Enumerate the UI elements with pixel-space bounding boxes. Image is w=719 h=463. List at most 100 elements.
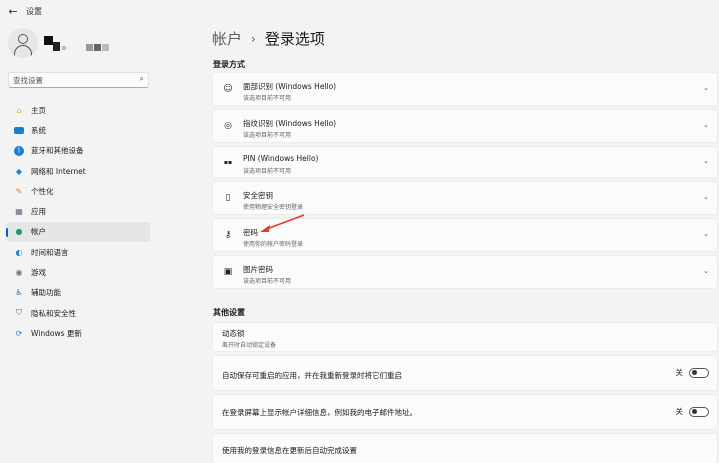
sidebar-item-windows-update[interactable]: ⟳ Windows 更新 — [6, 323, 150, 343]
sign-in-face[interactable]: ☺ 面部识别 (Windows Hello) 该选项目前不可用 ⌄ — [212, 72, 718, 106]
face-icon: ☺ — [223, 84, 233, 94]
sidebar-item-label: 应用 — [31, 207, 46, 217]
account-icon: ● — [15, 227, 23, 237]
sidebar-item-label: 主页 — [31, 105, 46, 115]
usb-key-icon: ▯ — [225, 193, 231, 203]
sidebar-item-gaming[interactable]: ◉ 游戏 — [6, 262, 150, 282]
sign-in-fingerprint[interactable]: ◎ 指纹识别 (Windows Hello) 该选项目前不可用 ⌄ — [212, 109, 718, 143]
auto-restart-apps-setting: 自动保存可重启的应用，并在我重新登录时将它们重启 关 — [212, 355, 718, 391]
card-title: 指纹识别 (Windows Hello) — [243, 119, 337, 128]
auto-restart-apps-toggle[interactable] — [689, 367, 709, 378]
sidebar-item-apps[interactable]: ▦ 应用 — [6, 201, 150, 221]
card-subtitle: 离开时自动锁定设备 — [222, 342, 277, 349]
card-title: 动态锁 — [222, 329, 245, 338]
title-bar: ← 设置 — [0, 0, 719, 24]
show-account-details-toggle[interactable] — [689, 406, 709, 417]
chevron-down-icon[interactable]: ⌄ — [703, 157, 709, 165]
fingerprint-icon: ◎ — [224, 121, 232, 131]
user-profile — [8, 28, 188, 60]
toggle-group: 关 — [675, 406, 709, 417]
search-input[interactable] — [13, 74, 131, 86]
chevron-down-icon[interactable]: ⌄ — [703, 121, 709, 129]
sidebar-item-label: Windows 更新 — [31, 328, 82, 338]
wifi-icon: ◆ — [15, 166, 23, 176]
card-title: 自动保存可重启的应用，并在我重新登录时将它们重启 — [222, 371, 402, 380]
sidebar-item-label: 时间和语言 — [31, 247, 69, 257]
sidebar-item-bluetooth[interactable]: ᛒ 蓝牙和其他设备 — [6, 141, 150, 161]
sign-in-picture-password[interactable]: ▣ 图片密码 该选项目前不可用 ⌄ — [212, 255, 718, 289]
sidebar-item-label: 蓝牙和其他设备 — [31, 146, 84, 156]
breadcrumb-parent[interactable]: 帐户 — [212, 28, 242, 49]
sign-in-pin[interactable]: ▪▪ PIN (Windows Hello) 该选项目前不可用 ⌄ — [212, 146, 718, 178]
toggle-state-label: 关 — [675, 407, 684, 416]
apps-icon: ▦ — [15, 207, 23, 217]
sidebar-item-privacy[interactable]: ⛉ 隐私和安全性 — [6, 303, 150, 323]
card-subtitle: 使用物理安全密钥登录 — [243, 204, 304, 211]
redacted-name-block — [44, 36, 53, 45]
redacted-name-block — [62, 46, 66, 50]
update-icon: ⟳ — [15, 328, 23, 338]
sidebar-item-label: 帐户 — [31, 227, 46, 237]
monitor-icon — [14, 126, 24, 134]
card-subtitle: 该选项目前不可用 — [243, 278, 292, 285]
card-title: 安全密钥 — [243, 191, 273, 200]
show-account-details-setting: 在登录屏幕上显示帐户详细信息，例如我的电子邮件地址。 关 — [212, 394, 718, 430]
app-title: 设置 — [26, 7, 42, 16]
bluetooth-icon: ᛒ — [14, 145, 24, 156]
toggle-state-label: 关 — [675, 368, 684, 377]
sidebar-item-label: 游戏 — [31, 268, 46, 278]
redacted-name-block — [102, 44, 109, 51]
sidebar-item-label: 隐私和安全性 — [31, 308, 76, 318]
sidebar-item-network[interactable]: ◆ 网络和 Internet — [6, 161, 150, 181]
chevron-down-icon[interactable]: ⌄ — [703, 267, 709, 275]
redacted-name-block — [94, 44, 101, 51]
card-subtitle: 该选项目前不可用 — [243, 168, 292, 175]
search-icon[interactable]: ⌕ — [140, 74, 144, 84]
pin-icon: ▪▪ — [223, 158, 233, 166]
chevron-down-icon[interactable]: ⌄ — [703, 230, 709, 238]
sidebar-item-label: 辅助功能 — [31, 288, 61, 298]
card-title: PIN (Windows Hello) — [243, 154, 319, 163]
auto-finish-setup-setting[interactable]: 使用我的登录信息在更新后自动完成设置 — [212, 433, 718, 463]
key-icon: ⚷ — [224, 230, 232, 240]
page-title: 登录选项 — [264, 30, 325, 48]
card-title: 密码 — [243, 228, 258, 237]
card-title: 使用我的登录信息在更新后自动完成设置 — [222, 446, 357, 455]
sidebar-item-label: 系统 — [31, 125, 46, 135]
redacted-name-block — [53, 42, 60, 51]
sidebar-item-system[interactable]: 系统 — [6, 120, 150, 140]
accessibility-icon: ♿ — [15, 288, 23, 298]
section-label-other: 其他设置 — [213, 308, 245, 317]
breadcrumb-separator: › — [251, 31, 256, 46]
back-arrow-icon[interactable]: ← — [6, 5, 20, 19]
card-title: 图片密码 — [243, 265, 273, 274]
redacted-name-block — [86, 44, 93, 51]
gamepad-icon: ◉ — [15, 268, 23, 278]
card-subtitle: 该选项目前不可用 — [243, 95, 292, 102]
sign-in-security-key[interactable]: ▯ 安全密钥 使用物理安全密钥登录 ⌄ — [212, 181, 718, 215]
card-subtitle: 使用你的帐户密码登录 — [243, 241, 304, 248]
chevron-down-icon[interactable]: ⌄ — [703, 193, 709, 201]
card-title: 面部识别 (Windows Hello) — [243, 82, 337, 91]
brush-icon: ✎ — [15, 186, 23, 196]
sidebar-nav: ⌂ 主页 系统 ᛒ 蓝牙和其他设备 ◆ 网络和 Internet ✎ 个性化 ▦ 应用 ●… — [6, 100, 150, 344]
shield-icon: ⛉ — [16, 308, 22, 318]
picture-icon: ▣ — [223, 267, 233, 277]
avatar[interactable] — [8, 28, 38, 58]
card-title: 在登录屏幕上显示帐户详细信息，例如我的电子邮件地址。 — [222, 408, 417, 417]
sidebar-item-accessibility[interactable]: ♿ 辅助功能 — [6, 283, 150, 303]
section-label-sign-in: 登录方式 — [213, 60, 245, 69]
sidebar-item-accounts[interactable]: ● 帐户 — [6, 221, 150, 243]
chevron-down-icon[interactable]: ⌄ — [703, 84, 709, 92]
breadcrumb: 帐户 › 登录选项 — [212, 28, 325, 49]
sidebar-item-label: 网络和 Internet — [31, 166, 86, 176]
sidebar-item-home[interactable]: ⌂ 主页 — [6, 100, 150, 120]
card-subtitle: 该选项目前不可用 — [243, 132, 292, 139]
sidebar-item-label: 个性化 — [31, 186, 54, 196]
home-icon: ⌂ — [16, 105, 22, 115]
sidebar-item-personalization[interactable]: ✎ 个性化 — [6, 181, 150, 201]
sign-in-password[interactable]: ⚷ 密码 使用你的帐户密码登录 ⌄ — [212, 218, 718, 252]
search-box[interactable]: ⌕ — [8, 72, 149, 88]
sidebar-item-time-language[interactable]: ◐ 时间和语言 — [6, 242, 150, 262]
dynamic-lock[interactable]: 动态锁 离开时自动锁定设备 — [212, 322, 718, 352]
